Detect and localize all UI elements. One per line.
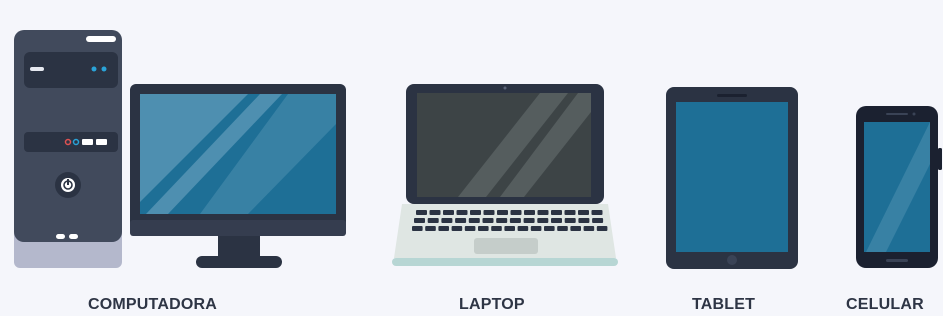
desktop-tower-illustration bbox=[14, 30, 122, 268]
computer-label: COMPUTADORA bbox=[88, 296, 218, 313]
laptop-illustration bbox=[392, 84, 618, 266]
desktop-monitor-illustration bbox=[130, 84, 346, 268]
laptop-label: LAPTOP bbox=[459, 296, 525, 313]
phone-label: CELULAR bbox=[846, 296, 924, 313]
phone-illustration bbox=[856, 106, 942, 268]
tablet-illustration bbox=[666, 87, 798, 269]
tablet-label: TABLET bbox=[692, 296, 756, 313]
